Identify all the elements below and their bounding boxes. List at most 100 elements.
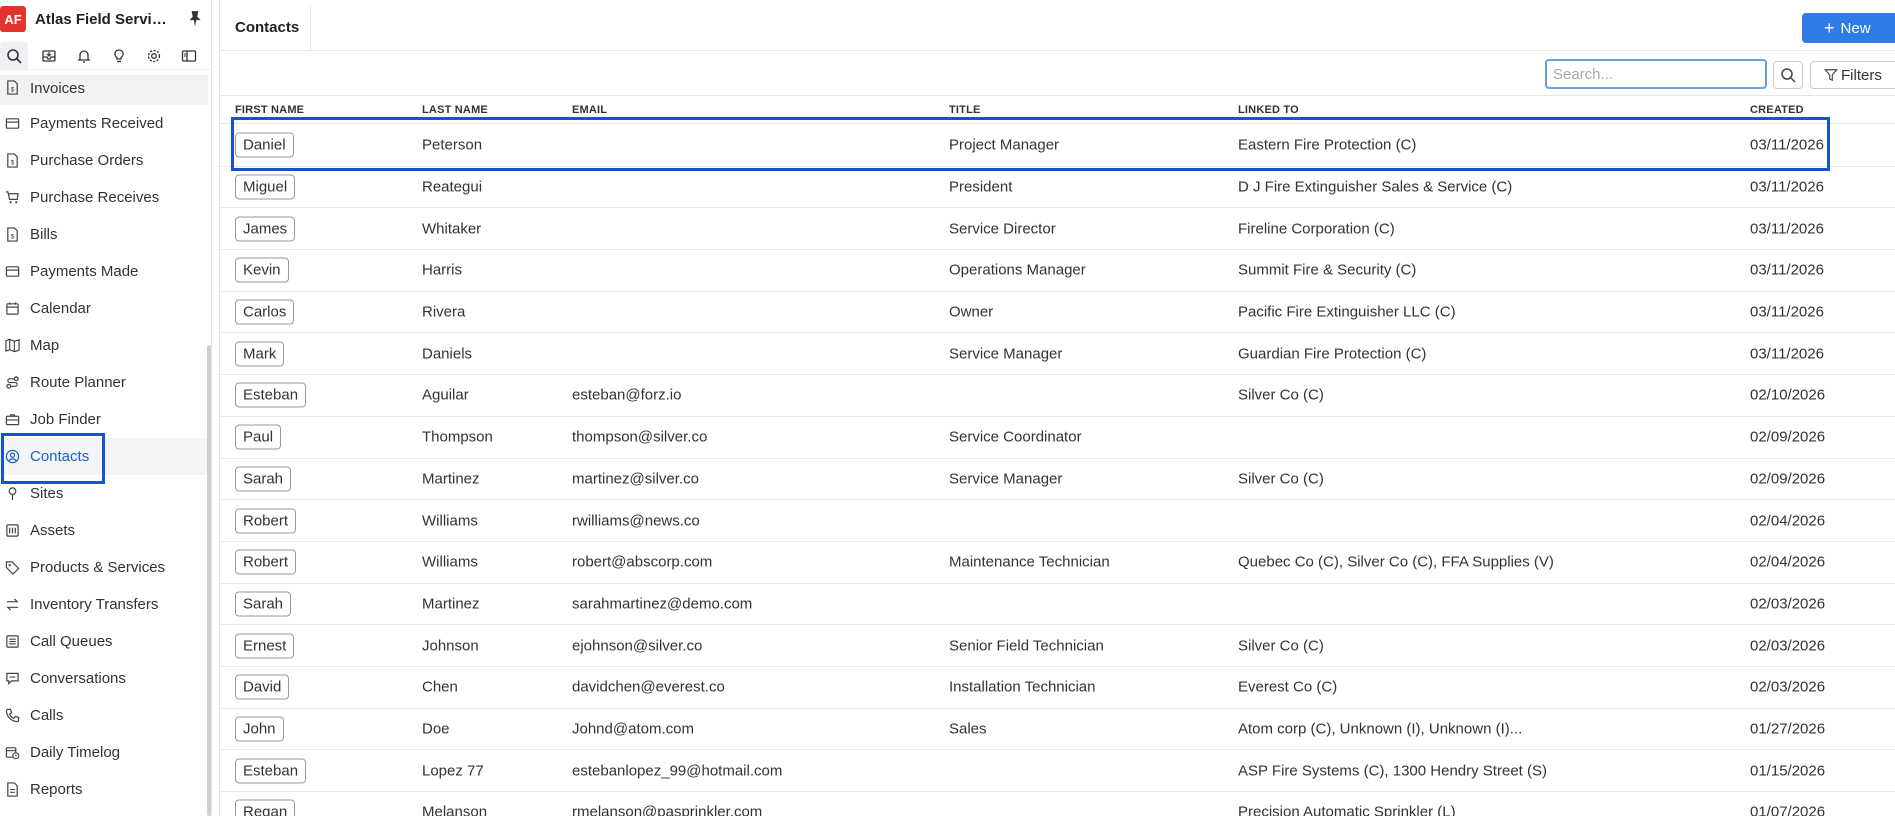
- sidebar-scrollbar[interactable]: [207, 345, 211, 816]
- first-name-chip[interactable]: John: [235, 716, 284, 742]
- first-name-chip[interactable]: Esteban: [235, 758, 307, 784]
- sidebar: AF Atlas Field Servic... $ Invoices Paym…: [0, 0, 212, 816]
- column-header-title[interactable]: TITLE: [949, 104, 981, 116]
- first-name-chip[interactable]: Miguel: [235, 174, 296, 200]
- first-name-chip[interactable]: Robert: [235, 549, 297, 575]
- created-date-cell: 03/11/2026: [1750, 220, 1824, 238]
- sidebar-item-calendar[interactable]: Calendar: [0, 290, 208, 327]
- sidebar-item-label: Purchase Receives: [30, 189, 160, 206]
- sidebar-item-purchase-receives[interactable]: Purchase Receives: [0, 179, 208, 216]
- sidebar-item-label: Invoices: [30, 80, 86, 97]
- sidebar-item-invoices[interactable]: $ Invoices: [0, 75, 208, 105]
- notifications-tool-button[interactable]: [70, 42, 98, 70]
- email-cell: ejohnson@silver.co: [572, 637, 703, 655]
- sidebar-item-payments-made[interactable]: Payments Made: [0, 253, 208, 290]
- chat-icon: [6, 672, 19, 686]
- search-input[interactable]: [1545, 59, 1767, 89]
- last-name-cell: Rivera: [422, 303, 466, 321]
- table-row[interactable]: Robert Williams rwilliams@news.co 02/04/202…: [220, 500, 1895, 542]
- column-header-first-name[interactable]: FIRST NAME: [235, 104, 304, 116]
- first-name-chip[interactable]: Ernest: [235, 633, 295, 659]
- title-cell: Sales: [949, 720, 987, 738]
- last-name-cell: Melanson: [422, 803, 488, 816]
- search-icon: [7, 48, 22, 64]
- table-row[interactable]: Carlos Rivera Owner Pacific Fire Extinguish…: [220, 292, 1895, 334]
- search-tool-button[interactable]: [0, 41, 28, 70]
- svg-text:$: $: [11, 233, 15, 240]
- card-icon: [5, 118, 20, 129]
- column-header-last-name[interactable]: LAST NAME: [422, 104, 488, 116]
- table-row[interactable]: Sarah Martinez sarahmartinez@demo.com 02/03…: [220, 584, 1895, 626]
- first-name-chip[interactable]: Mark: [235, 341, 285, 367]
- sidebar-item-purchase-orders[interactable]: $ Purchase Orders: [0, 142, 208, 179]
- new-contact-button[interactable]: + New: [1802, 13, 1895, 43]
- search-button[interactable]: [1773, 61, 1803, 89]
- sidebar-item-conversations[interactable]: Conversations: [0, 660, 208, 697]
- tab-contacts[interactable]: Contacts: [220, 4, 311, 51]
- table-row[interactable]: Sarah Martinez martinez@silver.co Service M…: [220, 459, 1895, 501]
- sidebar-item-label: Purchase Orders: [30, 152, 144, 169]
- brand[interactable]: AF Atlas Field Servic...: [0, 0, 212, 38]
- last-name-cell: Daniels: [422, 345, 473, 363]
- sidebar-item-assets[interactable]: Assets: [0, 512, 208, 549]
- column-header-email[interactable]: EMAIL: [572, 104, 607, 116]
- table-row[interactable]: Regan Melanson rmelanson@pasprinkler.com Pr…: [220, 792, 1895, 816]
- sidebar-item-route-planner[interactable]: Route Planner: [0, 364, 208, 401]
- table-row[interactable]: James Whitaker Service Director Fireline Co…: [220, 208, 1895, 251]
- sidebar-item-map[interactable]: Map: [0, 327, 208, 364]
- layout-tool-button[interactable]: [175, 42, 203, 70]
- linked-to-cell: Silver Co (C): [1238, 386, 1324, 404]
- sidebar-toggle-icon: [181, 49, 197, 62]
- first-name-chip[interactable]: Sarah: [235, 591, 292, 617]
- first-name-chip[interactable]: Robert: [235, 508, 297, 534]
- table-row[interactable]: Ernest Johnson ejohnson@silver.co Senior Fi…: [220, 625, 1895, 667]
- sidebar-item-label: Route Planner: [30, 374, 126, 391]
- first-name-chip[interactable]: James: [235, 216, 296, 242]
- first-name-chip[interactable]: Kevin: [235, 257, 289, 283]
- table-row[interactable]: Robert Williams robert@abscorp.com Maintena…: [220, 542, 1895, 584]
- sidebar-item-label: Call Queues: [30, 633, 113, 650]
- title-cell: Senior Field Technician: [949, 637, 1104, 655]
- table-row[interactable]: Paul Thompson thompson@silver.co Service Co…: [220, 417, 1895, 459]
- first-name-chip[interactable]: Sarah: [235, 466, 292, 492]
- first-name-chip[interactable]: David: [235, 674, 290, 700]
- sidebar-item-call-queues[interactable]: Call Queues: [0, 623, 208, 660]
- table-row[interactable]: Kevin Harris Operations Manager Summit Fire…: [220, 250, 1895, 292]
- column-header-linked-to[interactable]: LINKED TO: [1238, 104, 1299, 116]
- created-date-cell: 01/27/2026: [1750, 720, 1826, 738]
- sidebar-item-reports[interactable]: Reports: [0, 771, 208, 808]
- first-name-chip[interactable]: Regan: [235, 799, 296, 816]
- first-name-chip[interactable]: Paul: [235, 424, 282, 450]
- table-row[interactable]: John Doe Johnd@atom.com Sales Atom corp (C),…: [220, 709, 1895, 751]
- first-name-chip[interactable]: Esteban: [235, 382, 307, 408]
- filters-button[interactable]: Filters: [1810, 61, 1895, 89]
- sidebar-item-daily-timelog[interactable]: Daily Timelog: [0, 734, 208, 771]
- linked-to-cell: Silver Co (C): [1238, 637, 1324, 655]
- sidebar-item-calls[interactable]: Calls: [0, 697, 208, 734]
- sidebar-item-label: Daily Timelog: [30, 744, 121, 761]
- table-row[interactable]: Miguel Reategui President D J Fire Extingui…: [220, 167, 1895, 209]
- last-name-cell: Whitaker: [422, 220, 482, 238]
- table-row[interactable]: Esteban Lopez 77 estebanlopez_99@hotmail.c…: [220, 750, 1895, 792]
- sidebar-item-label: Inventory Transfers: [30, 596, 159, 613]
- pin-icon[interactable]: [186, 10, 204, 28]
- sidebar-item-label: Job Finder: [30, 411, 101, 428]
- sidebar-item-payments-received[interactable]: Payments Received: [0, 105, 208, 142]
- table-row[interactable]: Esteban Aguilar esteban@forz.io Silver Co (…: [220, 375, 1895, 417]
- gear-icon: [147, 49, 161, 62]
- table-row[interactable]: Mark Daniels Service Manager Guardian Fire …: [220, 333, 1895, 376]
- brand-name[interactable]: Atlas Field Servic...: [35, 11, 170, 28]
- first-name-chip[interactable]: Carlos: [235, 299, 295, 325]
- column-header-created[interactable]: CREATED: [1750, 104, 1804, 116]
- last-name-cell: Martinez: [422, 595, 480, 613]
- sidebar-item-inventory-transfers[interactable]: Inventory Transfers: [0, 586, 208, 623]
- last-name-cell: Doe: [422, 720, 450, 738]
- table-row[interactable]: David Chen davidchen@everest.co Installatio…: [220, 667, 1895, 709]
- sidebar-item-products-services[interactable]: Products & Services: [0, 549, 208, 586]
- settings-tool-button[interactable]: [140, 42, 168, 70]
- inbox-tool-button[interactable]: [35, 42, 63, 70]
- ideas-tool-button[interactable]: [105, 42, 133, 70]
- document-icon: $: [7, 153, 18, 168]
- linked-to-cell: Silver Co (C): [1238, 470, 1324, 488]
- sidebar-item-bills[interactable]: $ Bills: [0, 216, 208, 253]
